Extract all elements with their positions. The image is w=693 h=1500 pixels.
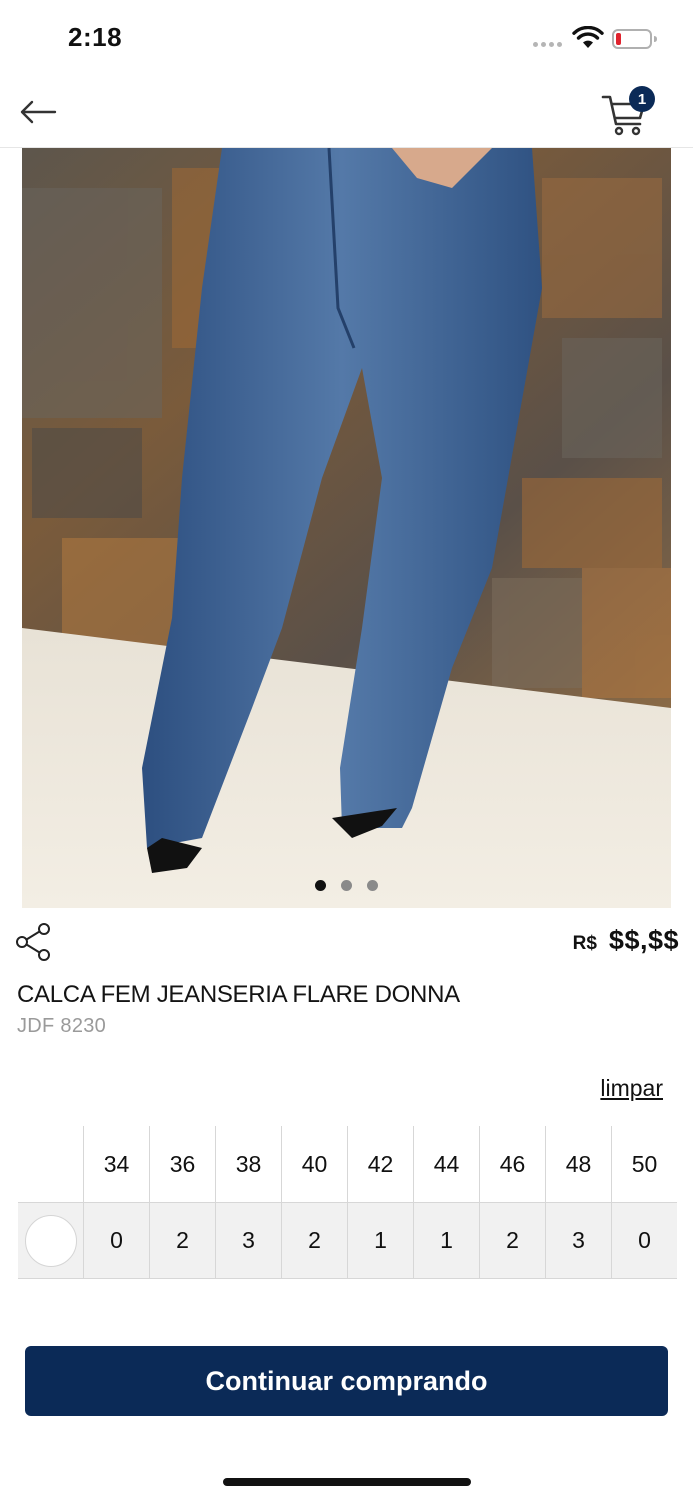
color-swatch-cell[interactable] xyxy=(18,1203,83,1278)
size-header-row: 34 36 38 40 42 44 46 48 50 xyxy=(18,1126,677,1202)
quantity-cell[interactable]: 3 xyxy=(215,1203,281,1278)
status-time: 2:18 xyxy=(68,22,123,52)
quantity-cell[interactable]: 1 xyxy=(347,1203,413,1278)
quantity-cell[interactable]: 2 xyxy=(479,1203,545,1278)
pager-dot-2[interactable] xyxy=(341,880,352,891)
size-label: 40 xyxy=(281,1126,347,1202)
size-label: 34 xyxy=(83,1126,149,1202)
price-currency: R$ xyxy=(572,933,597,954)
size-quantity-grid: 34 36 38 40 42 44 46 48 50 0 2 3 2 1 1 2… xyxy=(18,1126,677,1279)
image-pager[interactable] xyxy=(0,880,693,891)
quantity-cell[interactable]: 2 xyxy=(149,1203,215,1278)
pager-dot-1[interactable] xyxy=(315,880,326,891)
cart-button[interactable]: 1 xyxy=(598,84,662,140)
product-title: CALCA FEM JEANSERIA FLARE DONNA xyxy=(17,981,460,1008)
product-photo xyxy=(22,148,671,908)
share-icon xyxy=(16,923,50,961)
clear-selection-link[interactable]: limpar xyxy=(600,1075,663,1102)
wifi-icon xyxy=(572,26,604,48)
size-label: 48 xyxy=(545,1126,611,1202)
pager-dot-3[interactable] xyxy=(367,880,378,891)
cart-count-badge: 1 xyxy=(629,86,655,112)
product-image[interactable] xyxy=(22,148,671,908)
nav-bar: 1 xyxy=(0,80,693,148)
price-value: $$,$$ xyxy=(608,925,679,955)
size-label: 36 xyxy=(149,1126,215,1202)
home-indicator[interactable] xyxy=(223,1478,471,1486)
quantity-cell[interactable]: 0 xyxy=(611,1203,677,1278)
quantity-cell[interactable]: 0 xyxy=(83,1203,149,1278)
quantity-cell[interactable]: 1 xyxy=(413,1203,479,1278)
share-button[interactable] xyxy=(14,922,54,962)
quantity-cell[interactable]: 3 xyxy=(545,1203,611,1278)
size-label: 46 xyxy=(479,1126,545,1202)
quantity-row: 0 2 3 2 1 1 2 3 0 xyxy=(18,1202,677,1279)
battery-icon xyxy=(612,29,657,49)
product-code: JDF 8230 xyxy=(17,1015,107,1037)
quantity-cell[interactable]: 2 xyxy=(281,1203,347,1278)
size-label: 44 xyxy=(413,1126,479,1202)
size-label: 42 xyxy=(347,1126,413,1202)
continue-shopping-button[interactable]: Continuar comprando xyxy=(25,1346,668,1416)
back-arrow-icon xyxy=(20,100,57,124)
color-swatch[interactable] xyxy=(24,1214,77,1267)
status-bar: 2:18 xyxy=(0,0,693,80)
cellular-signal-icon xyxy=(533,42,562,47)
size-label: 38 xyxy=(215,1126,281,1202)
product-price: R$ $$,$$ xyxy=(573,925,679,956)
back-button[interactable] xyxy=(14,90,62,134)
size-header-corner xyxy=(18,1126,83,1202)
size-label: 50 xyxy=(611,1126,677,1202)
